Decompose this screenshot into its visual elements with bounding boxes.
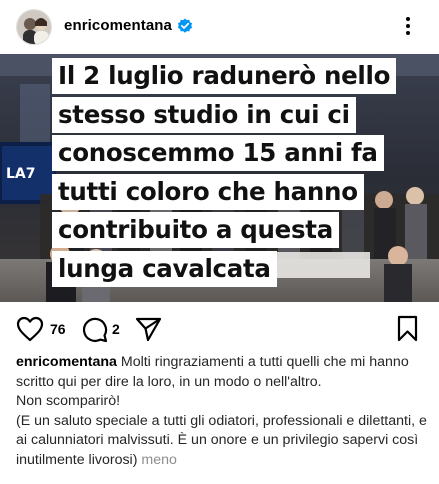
image-text-line: conoscemmo 15 anni fa <box>52 135 384 171</box>
share-send-icon[interactable] <box>135 317 162 342</box>
comments-count[interactable]: 2 <box>112 321 120 337</box>
bookmark-save-icon[interactable] <box>397 315 418 342</box>
image-text-line: contribuito a questa <box>52 212 339 248</box>
post-header: enricomentana <box>0 0 439 54</box>
image-text-line: Il 2 luglio radunerò nello <box>52 58 397 94</box>
image-text-line: lunga cavalcata <box>52 250 277 287</box>
post-image[interactable]: LA7 Il 2 luglio radunerò nello stesso st… <box>0 54 439 302</box>
caption-less-link[interactable]: meno <box>141 452 177 468</box>
username[interactable]: enricomentana <box>64 17 172 34</box>
caption-username[interactable]: enricomentana <box>16 354 117 370</box>
avatar[interactable] <box>16 9 52 45</box>
caption-text: (E un saluto speciale a tutti gli odiato… <box>16 412 427 468</box>
more-options-icon[interactable] <box>404 15 412 37</box>
like-heart-icon[interactable] <box>16 316 44 342</box>
likes-count[interactable]: 76 <box>50 321 66 337</box>
verified-badge-icon <box>177 18 193 33</box>
image-text-line: stesso studio in cui ci <box>52 96 356 133</box>
image-text-line: tutti coloro che hanno <box>52 173 364 210</box>
comment-bubble-icon[interactable] <box>81 316 108 343</box>
post-caption: enricomentana Molti ringraziamenti a tut… <box>16 353 428 470</box>
post-actions: 76 2 <box>0 303 439 351</box>
la7-logo: LA7 <box>6 166 36 182</box>
image-text-overlay: Il 2 luglio radunerò nello stesso studio… <box>52 58 438 289</box>
caption-text: Non scomparirò! <box>16 393 121 409</box>
